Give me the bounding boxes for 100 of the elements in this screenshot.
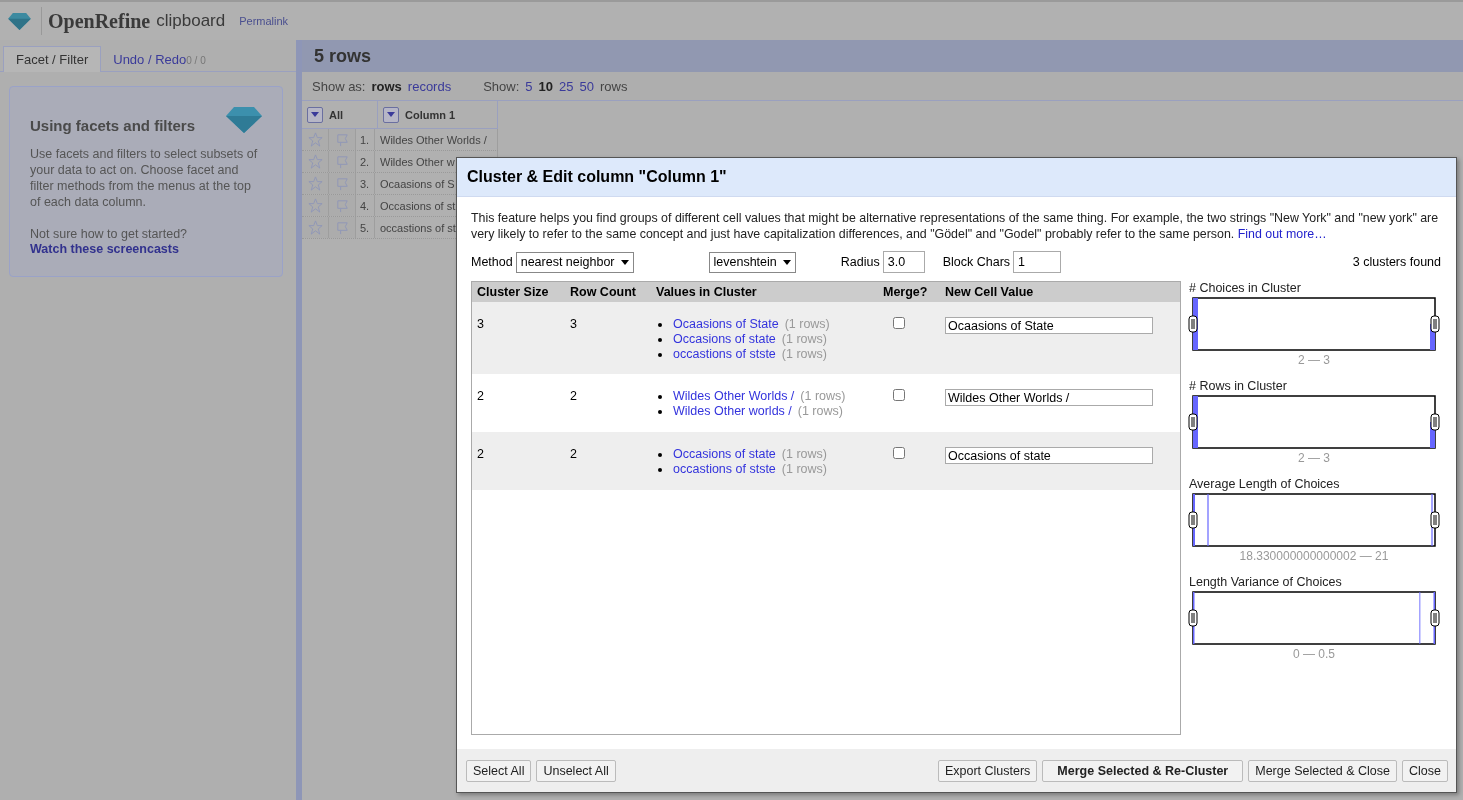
histogram-title: # Choices in Cluster: [1189, 281, 1302, 295]
column-header: New Cell Value: [944, 285, 1035, 299]
row-number: 2.: [356, 151, 375, 172]
find-out-more-link[interactable]: Find out more…: [1237, 226, 1327, 241]
merge-checkbox[interactable]: [893, 317, 905, 329]
histogram-title: Average Length of Choices: [1189, 477, 1341, 491]
help-text: Use facets and filters to select subsets of your data to act on. Choose facet and filter methods from the menus at the top of each data column.: [30, 146, 259, 210]
histogram-range: 2 — 3: [1297, 451, 1331, 465]
range-handle[interactable]: [1188, 413, 1198, 431]
column-header: All: [329, 108, 344, 121]
dropdown-icon[interactable]: [383, 106, 399, 123]
star-icon[interactable]: [307, 176, 323, 191]
diamond-icon: [226, 106, 262, 133]
screencasts-link[interactable]: Watch these screencasts: [30, 242, 262, 256]
star-icon[interactable]: [307, 220, 323, 235]
table-cell-text: 2: [569, 447, 578, 463]
show-label: Show:: [483, 78, 520, 94]
row-count: 5 rows: [314, 45, 372, 67]
select-button[interactable]: Select All: [466, 759, 532, 782]
rows-label: rows: [599, 78, 628, 94]
row-count-label: (1 rows): [784, 317, 830, 332]
page-size-link[interactable]: 10: [538, 78, 554, 94]
row-number: 1.: [356, 129, 375, 150]
row-count-label: (1 rows): [781, 332, 827, 347]
row-count-label: (1 rows): [781, 347, 827, 362]
dropdown-icon[interactable]: [307, 106, 323, 123]
dialog-button[interactable]: Export Clusters: [937, 759, 1038, 782]
new-value-field[interactable]: Occasions of state: [945, 447, 1153, 464]
cluster-value-link[interactable]: occastions of stste: [673, 347, 776, 362]
row-count-label: (1 rows): [800, 389, 846, 404]
table-cell-text: 3: [569, 317, 578, 333]
project-name: clipboard: [156, 11, 226, 31]
table-cell-text: 2: [569, 389, 578, 405]
cluster-value-link[interactable]: Wildes Other worlds /: [673, 404, 792, 419]
range-handle[interactable]: [1430, 511, 1440, 529]
range-handle[interactable]: [1188, 511, 1198, 529]
column-header: Column 1: [405, 108, 456, 121]
show-as-label: Show as:: [312, 78, 366, 94]
primary-button[interactable]: Merge Selected & Re-Cluster: [1042, 759, 1244, 782]
column-header: Row Count: [569, 285, 637, 299]
diamond-logo-icon: [8, 12, 31, 30]
range-handle[interactable]: [1430, 609, 1440, 627]
histogram-title: # Rows in Cluster: [1189, 379, 1288, 393]
table-cell: Wildes Other Worlds /: [375, 129, 498, 150]
new-value-field[interactable]: Wildes Other Worlds /: [945, 389, 1153, 406]
method-select[interactable]: nearest neighbor: [515, 251, 634, 273]
star-icon[interactable]: [307, 154, 323, 169]
column-header: Values in Cluster: [655, 285, 758, 299]
view-mode-link[interactable]: records: [407, 78, 452, 94]
merge-checkbox[interactable]: [893, 389, 905, 401]
table-cell-text: 2: [476, 389, 485, 405]
row-number: 3.: [356, 173, 375, 194]
radius-field[interactable]: 3.0: [882, 251, 925, 273]
row-count-label: (1 rows): [797, 404, 843, 419]
range-handle[interactable]: [1430, 413, 1440, 431]
view-mode-link[interactable]: rows: [371, 78, 402, 94]
cluster-value-link[interactable]: Ocaasions of State: [673, 317, 779, 332]
row-number: 5.: [356, 217, 375, 238]
histogram-range: 2 — 3: [1297, 353, 1331, 367]
histogram-range: 0 — 0.5: [1292, 647, 1336, 661]
new-value-field[interactable]: Ocaasions of State: [945, 317, 1153, 334]
page-size-link[interactable]: 25: [559, 78, 574, 94]
range-handle[interactable]: [1188, 315, 1198, 333]
block-chars-field[interactable]: 1: [1013, 251, 1062, 273]
dialog-button[interactable]: Merge Selected & Close: [1248, 759, 1398, 782]
page-size-link[interactable]: 5: [525, 78, 533, 94]
select-button[interactable]: Unselect All: [536, 759, 616, 782]
cluster-value-link[interactable]: Wildes Other Worlds /: [673, 389, 795, 404]
star-icon[interactable]: [307, 198, 323, 213]
permalink-link[interactable]: Permalink: [239, 15, 289, 27]
row-count-label: (1 rows): [781, 462, 827, 477]
cluster-value-link[interactable]: Occasions of state: [673, 332, 776, 347]
range-handle[interactable]: [1188, 609, 1198, 627]
column-header: Merge?: [882, 285, 929, 299]
block-chars-label: Block Chars: [942, 255, 1011, 269]
function-select[interactable]: levenshtein: [708, 251, 796, 273]
row-number: 4.: [356, 195, 375, 216]
column-header: Cluster Size: [476, 285, 550, 299]
cluster-value-link[interactable]: Occasions of state: [673, 447, 776, 462]
dialog-title: Cluster & Edit column "Column 1": [457, 158, 1456, 197]
cluster-value-link[interactable]: occastions of stste: [673, 462, 776, 477]
table-cell-text: 3: [476, 317, 485, 333]
clusters-found: 3 clusters found: [1352, 255, 1441, 269]
help-title: Using facets and filters: [30, 117, 196, 134]
range-handle[interactable]: [1430, 315, 1440, 333]
merge-checkbox[interactable]: [893, 447, 905, 459]
radius-label: Radius: [840, 255, 880, 269]
histogram-title: Length Variance of Choices: [1189, 575, 1343, 589]
dialog-button[interactable]: Close: [1402, 759, 1448, 782]
star-icon[interactable]: [307, 132, 323, 147]
caret-icon: [620, 259, 629, 265]
panel-tab[interactable]: Facet / Filter: [3, 46, 102, 72]
app-name: OpenRefine: [48, 9, 151, 33]
histogram-range: 18.330000000000002 — 21: [1238, 549, 1390, 563]
method-label: Method: [471, 255, 513, 269]
row-count-label: (1 rows): [781, 447, 827, 462]
page-size-link[interactable]: 50: [579, 78, 594, 94]
table-cell-text: 2: [476, 447, 485, 463]
caret-icon: [782, 259, 791, 265]
help-question: Not sure how to get started?: [30, 226, 189, 242]
